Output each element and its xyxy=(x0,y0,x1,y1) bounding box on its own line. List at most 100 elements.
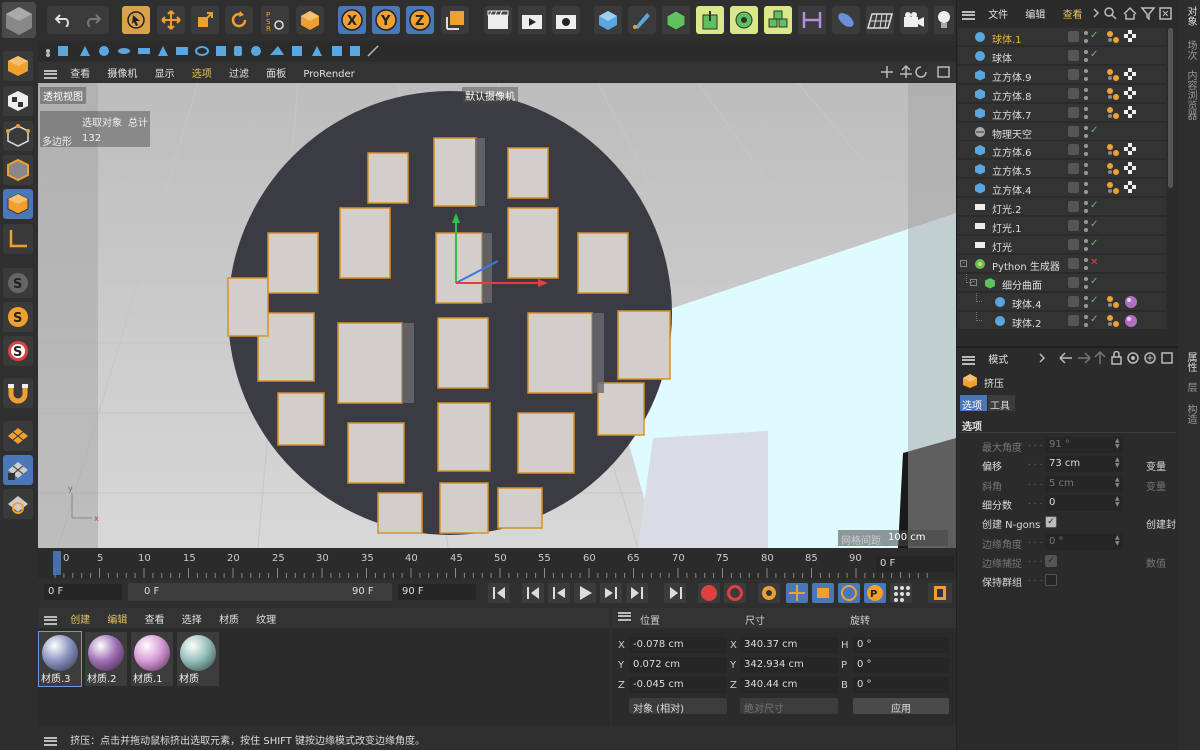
polygon-mode-icon[interactable] xyxy=(3,189,33,219)
attribute-field[interactable]: 0 ° xyxy=(1045,533,1123,550)
object-name[interactable]: 立方体.8 xyxy=(992,88,1032,103)
phong-tag-icon[interactable] xyxy=(1106,181,1120,195)
texture-tag-icon[interactable] xyxy=(1124,143,1136,156)
object-name[interactable]: 球体.4 xyxy=(1012,296,1042,311)
texture-tag-icon[interactable] xyxy=(1124,105,1136,118)
magnet-icon[interactable] xyxy=(3,378,33,408)
menu-panel[interactable]: 面板 xyxy=(266,69,286,80)
editor-render-dots[interactable] xyxy=(1084,31,1088,43)
material-menu-icon[interactable] xyxy=(44,615,57,625)
position-x-field[interactable]: -0.078 cm xyxy=(629,637,727,653)
attribute-checkbox[interactable]: ✓ xyxy=(1045,516,1057,529)
edge-mode-icon[interactable] xyxy=(3,155,33,185)
phong-tag-icon[interactable] xyxy=(1106,106,1120,120)
editor-render-dots[interactable] xyxy=(1084,144,1088,157)
enabled-check-icon[interactable]: ✓ xyxy=(1090,295,1098,306)
visibility-toggle[interactable] xyxy=(1068,106,1079,118)
status-menu-icon[interactable] xyxy=(44,736,57,746)
menu-select[interactable]: 选择 xyxy=(182,615,202,626)
editor-render-dots[interactable] xyxy=(1084,163,1088,176)
menu-display[interactable]: 显示 xyxy=(155,69,175,80)
object-name[interactable]: 灯光.1 xyxy=(992,220,1022,235)
axis-mode-icon[interactable] xyxy=(3,224,33,254)
workplane-align-icon[interactable] xyxy=(3,489,33,519)
disabled-cross-icon[interactable]: ✕ xyxy=(1090,257,1098,268)
object-row[interactable]: 物理天空 ✓ xyxy=(958,122,1166,141)
subdivision-icon[interactable] xyxy=(662,6,690,34)
object-name[interactable]: 物理天空 xyxy=(992,126,1032,141)
object-name[interactable]: 球体.1 xyxy=(992,31,1022,46)
z-axis-icon[interactable]: Z xyxy=(406,6,434,34)
enabled-check-icon[interactable]: ✓ xyxy=(1090,49,1098,60)
material-swatch[interactable]: 材质.3 xyxy=(38,631,82,687)
undo-icon[interactable] xyxy=(48,6,78,34)
scale-icon[interactable] xyxy=(191,6,219,34)
editor-render-dots[interactable] xyxy=(1084,125,1088,138)
menu-camera[interactable]: 摄像机 xyxy=(107,69,137,80)
render-settings-icon[interactable] xyxy=(552,6,580,34)
tab-layers[interactable]: 层 xyxy=(1183,382,1198,392)
pen-icon[interactable] xyxy=(628,6,656,34)
menu-prorender[interactable]: ProRender xyxy=(303,69,354,80)
material-tag-icon[interactable] xyxy=(1124,295,1138,309)
object-row[interactable]: 球体.2 ✓ xyxy=(958,311,1166,330)
rotation-p-field[interactable]: 0 ° xyxy=(853,657,949,673)
visibility-toggle[interactable] xyxy=(1068,163,1079,175)
attribute-nav-icons[interactable] xyxy=(1038,350,1174,368)
light-icon[interactable] xyxy=(934,6,954,34)
enabled-check-icon[interactable]: ✓ xyxy=(1090,314,1098,325)
editor-render-dots[interactable] xyxy=(1084,257,1088,270)
object-row[interactable]: 球体.1 ✓ xyxy=(958,28,1166,46)
attribute-field[interactable]: 73 cm xyxy=(1045,456,1123,473)
object-row[interactable]: - 细分曲面 ✓ xyxy=(958,273,1166,292)
texture-tag-icon[interactable] xyxy=(1124,181,1136,194)
tab-tool[interactable]: 工具 xyxy=(988,395,1015,412)
editor-render-dots[interactable] xyxy=(1084,314,1088,327)
point-mode-icon[interactable] xyxy=(3,121,33,151)
primitive-icons[interactable] xyxy=(38,41,388,61)
texture-mode-icon[interactable] xyxy=(3,86,33,116)
attribute-field[interactable]: 5 cm xyxy=(1045,475,1123,492)
current-frame-field[interactable]: 0 F xyxy=(876,556,954,572)
spinner-icon[interactable]: ▲ ▼ xyxy=(1115,457,1120,469)
visibility-toggle[interactable] xyxy=(1068,49,1079,61)
editor-render-dots[interactable] xyxy=(1084,238,1088,251)
coord-mode-select[interactable]: 对象 (相对) xyxy=(629,698,727,715)
editor-render-dots[interactable] xyxy=(1084,106,1088,119)
viewport-menu-icon[interactable] xyxy=(44,69,57,79)
object-row[interactable]: 立方体.6 xyxy=(958,141,1166,160)
visibility-toggle[interactable] xyxy=(1068,220,1079,231)
apply-button[interactable]: 应用 xyxy=(853,698,949,715)
select-cursor-icon[interactable] xyxy=(122,6,150,34)
attribute-field[interactable]: 91 ° xyxy=(1045,437,1123,453)
editor-render-dots[interactable] xyxy=(1084,201,1088,214)
object-row[interactable]: 灯光.2 ✓ xyxy=(958,198,1166,217)
visibility-toggle[interactable] xyxy=(1068,182,1079,194)
tab-options[interactable]: 选项 xyxy=(960,395,987,412)
menu-mode[interactable]: 模式 xyxy=(988,355,1008,366)
object-row[interactable]: 立方体.4 xyxy=(958,179,1166,198)
object-name[interactable]: 球体.2 xyxy=(1012,315,1042,330)
cloner-icon[interactable] xyxy=(730,6,758,34)
material-swatch[interactable]: 材质.1 xyxy=(131,632,173,686)
tab-takes[interactable]: 场次 xyxy=(1183,40,1198,60)
extrude-icon[interactable] xyxy=(696,6,724,34)
phong-tag-icon[interactable] xyxy=(1106,30,1120,44)
attribute-checkbox[interactable]: ✓ xyxy=(1045,554,1057,567)
phong-tag-icon[interactable] xyxy=(1106,68,1120,82)
enabled-check-icon[interactable]: ✓ xyxy=(1090,276,1098,287)
render-picture-icon[interactable] xyxy=(518,6,546,34)
move-icon[interactable] xyxy=(157,6,185,34)
object-name[interactable]: 灯光.2 xyxy=(992,201,1022,216)
size-x-field[interactable]: 340.37 cm xyxy=(740,637,838,653)
visibility-toggle[interactable] xyxy=(1068,31,1079,42)
editor-render-dots[interactable] xyxy=(1084,276,1088,289)
object-menu-icon[interactable] xyxy=(962,10,975,20)
frame-range-slider[interactable]: 0 F 90 F xyxy=(128,583,392,601)
material-tag-icon[interactable] xyxy=(1124,314,1138,328)
mograph-icon[interactable] xyxy=(764,6,792,34)
object-name[interactable]: 立方体.4 xyxy=(992,182,1032,197)
menu-create[interactable]: 创建 xyxy=(70,615,90,626)
timeline-playhead[interactable] xyxy=(53,551,61,575)
attribute-menu-icon[interactable] xyxy=(962,355,975,365)
